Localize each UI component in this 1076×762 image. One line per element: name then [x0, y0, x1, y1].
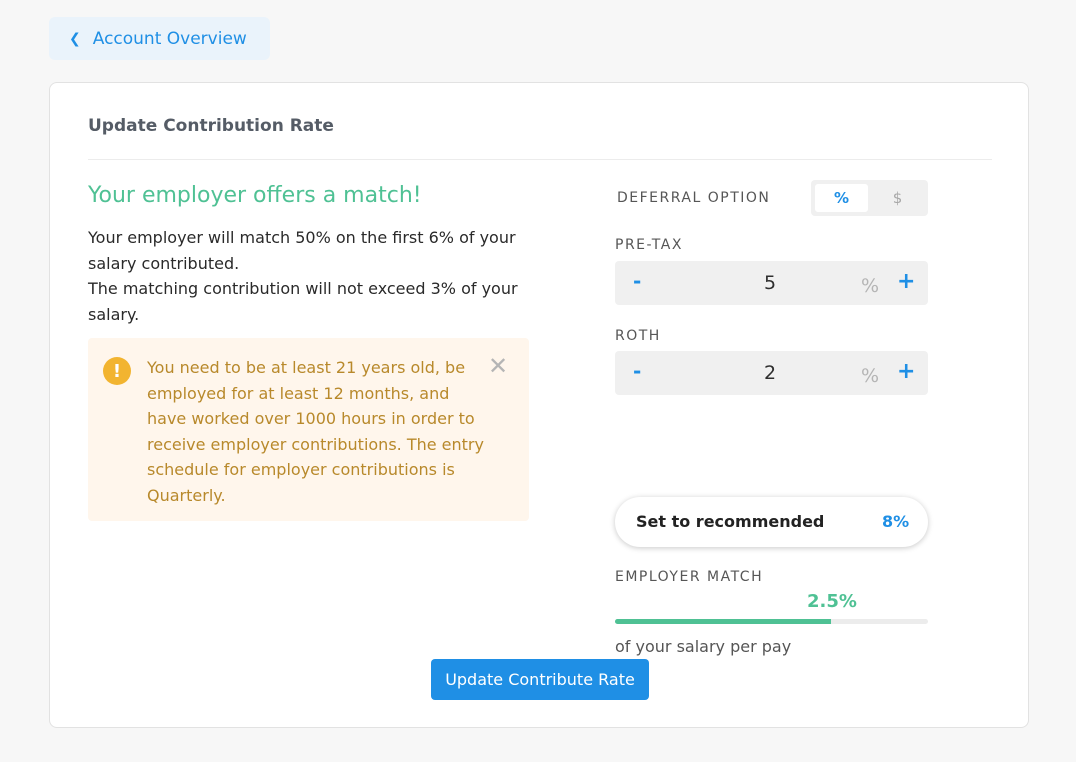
roth-label: ROTH — [615, 328, 661, 344]
deferral-option-row: DEFERRAL OPTION % $ — [615, 179, 928, 216]
alert-text: You need to be at least 21 years old, be… — [147, 358, 484, 505]
match-heading: Your employer offers a match! — [88, 183, 422, 208]
pretax-value[interactable]: 5 — [745, 272, 795, 294]
close-icon[interactable]: ✕ — [488, 352, 508, 380]
employer-match-bar — [615, 619, 928, 624]
match-desc-line-2: The matching contribution will not excee… — [88, 279, 518, 324]
set-to-recommended-button[interactable]: Set to recommended 8% — [615, 497, 928, 547]
pretax-label: PRE-TAX — [615, 237, 683, 253]
back-link-label: Account Overview — [92, 28, 247, 49]
roth-unit: % — [861, 365, 880, 387]
employer-match-subtext: of your salary per pay — [615, 637, 792, 656]
pretax-decrement-button[interactable]: - — [633, 269, 641, 293]
eligibility-alert: ! You need to be at least 21 years old, … — [88, 338, 529, 521]
roth-decrement-button[interactable]: - — [633, 359, 641, 383]
deferral-toggle: % $ — [811, 180, 928, 216]
contribution-card: Update Contribution Rate Your employer o… — [49, 82, 1029, 728]
warning-icon: ! — [103, 357, 131, 385]
pretax-unit: % — [861, 275, 880, 297]
pretax-increment-button[interactable]: + — [897, 269, 915, 294]
employer-match-value: 2.5% — [807, 591, 857, 612]
employer-match-label: EMPLOYER MATCH — [615, 569, 764, 585]
card-title: Update Contribution Rate — [88, 116, 334, 136]
recommended-label: Set to recommended — [636, 512, 825, 531]
match-description: Your employer will match 50% on the firs… — [88, 225, 528, 327]
match-desc-line-1: Your employer will match 50% on the firs… — [88, 228, 516, 273]
roth-stepper: - 2 % + — [615, 351, 928, 395]
roth-value[interactable]: 2 — [745, 362, 795, 384]
back-to-account-overview-link[interactable]: ❮ Account Overview — [49, 17, 270, 60]
deferral-percent-option[interactable]: % — [815, 184, 868, 212]
roth-increment-button[interactable]: + — [897, 359, 915, 384]
employer-match-fill — [615, 619, 831, 624]
recommended-value: 8% — [882, 512, 910, 531]
deferral-option-label: DEFERRAL OPTION — [617, 190, 771, 206]
update-contribute-rate-button[interactable]: Update Contribute Rate — [431, 659, 649, 700]
chevron-left-icon: ❮ — [69, 30, 81, 47]
pretax-stepper: - 5 % + — [615, 261, 928, 305]
divider — [88, 159, 992, 160]
deferral-dollar-option[interactable]: $ — [871, 184, 924, 212]
